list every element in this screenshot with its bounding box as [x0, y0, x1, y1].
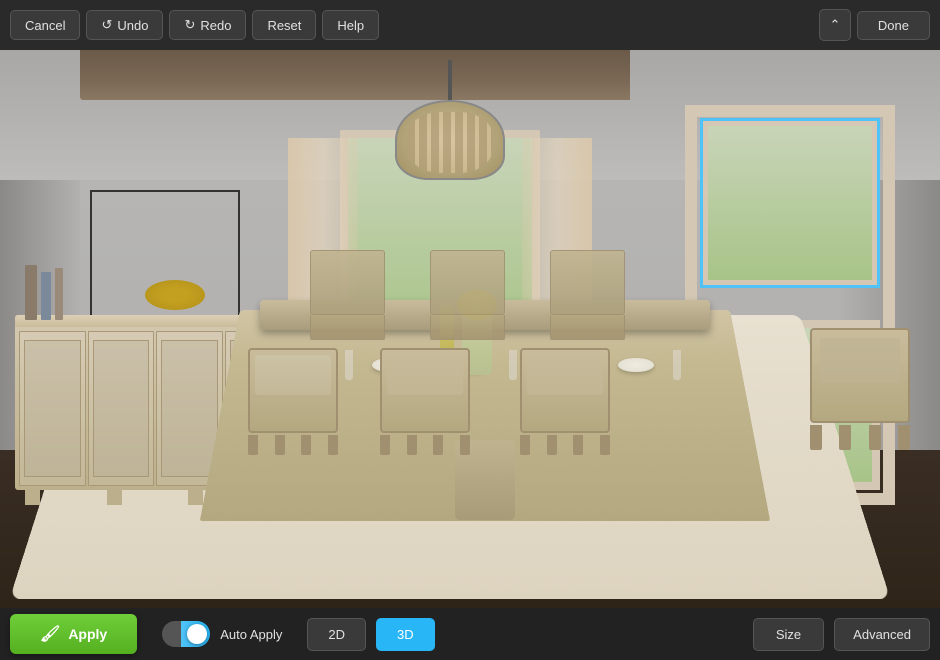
- reset-button[interactable]: Reset: [252, 10, 316, 40]
- toolbar-right-group: ⌃ Done: [819, 9, 930, 41]
- chair-front-left: [248, 348, 338, 455]
- auto-apply-toggle[interactable]: [162, 621, 210, 647]
- undo-button[interactable]: Undo: [86, 10, 163, 40]
- ceiling-beam-1: [80, 50, 400, 100]
- sideboard-leg-1: [25, 490, 40, 505]
- book-1: [25, 265, 37, 320]
- apply-button[interactable]: 🖌 Apply: [10, 614, 137, 654]
- book-3: [55, 268, 63, 320]
- chair-far-right: [810, 328, 910, 450]
- scene-viewport: [0, 50, 940, 610]
- fruit-bowl: [145, 280, 205, 310]
- chair-back-center: [430, 250, 505, 340]
- chair-back-right: [550, 250, 625, 340]
- chair-back-left: [310, 250, 385, 340]
- glass-3: [509, 350, 517, 380]
- size-button[interactable]: Size: [753, 618, 824, 651]
- redo-icon: [184, 17, 195, 33]
- undo-label: Undo: [117, 18, 148, 33]
- toolbar-left-group: Cancel Undo Redo Reset Help: [10, 10, 379, 40]
- chandelier-chain: [448, 60, 452, 100]
- auto-apply-area: Auto Apply: [147, 621, 297, 647]
- bottom-bar: 🖌 Apply Auto Apply 2D 3D Size Advanced: [0, 608, 940, 660]
- cancel-button[interactable]: Cancel: [10, 10, 80, 40]
- advanced-button[interactable]: Advanced: [834, 618, 930, 651]
- redo-button[interactable]: Redo: [169, 10, 246, 40]
- help-button[interactable]: Help: [322, 10, 379, 40]
- sideboard-door-2: [88, 331, 155, 486]
- view-3d-button[interactable]: 3D: [376, 618, 435, 651]
- undo-icon: [101, 17, 112, 33]
- door-glass-1: [24, 340, 81, 477]
- toolbar: Cancel Undo Redo Reset Help ⌃ Done: [0, 0, 940, 50]
- chair-front-right: [520, 348, 610, 455]
- toggle-knob: [187, 624, 207, 644]
- view-2d-button[interactable]: 2D: [307, 618, 366, 651]
- book-2: [41, 272, 51, 320]
- glass-1: [345, 350, 353, 380]
- sideboard-door-1: [19, 331, 86, 486]
- collapse-button[interactable]: ⌃: [819, 9, 851, 41]
- apply-label: Apply: [68, 626, 107, 642]
- redo-label: Redo: [200, 18, 231, 33]
- chandelier: [395, 60, 505, 180]
- glass-5: [673, 350, 681, 380]
- door-glass-2: [93, 340, 150, 477]
- sideboard-leg-2: [107, 490, 122, 505]
- chair-front-center: [380, 348, 470, 455]
- brush-icon: 🖌: [40, 624, 60, 644]
- chandelier-body: [395, 100, 505, 180]
- auto-apply-label: Auto Apply: [220, 627, 282, 642]
- done-button[interactable]: Done: [857, 11, 930, 40]
- sideboard-decor: [25, 255, 115, 320]
- plate-5: [618, 358, 654, 372]
